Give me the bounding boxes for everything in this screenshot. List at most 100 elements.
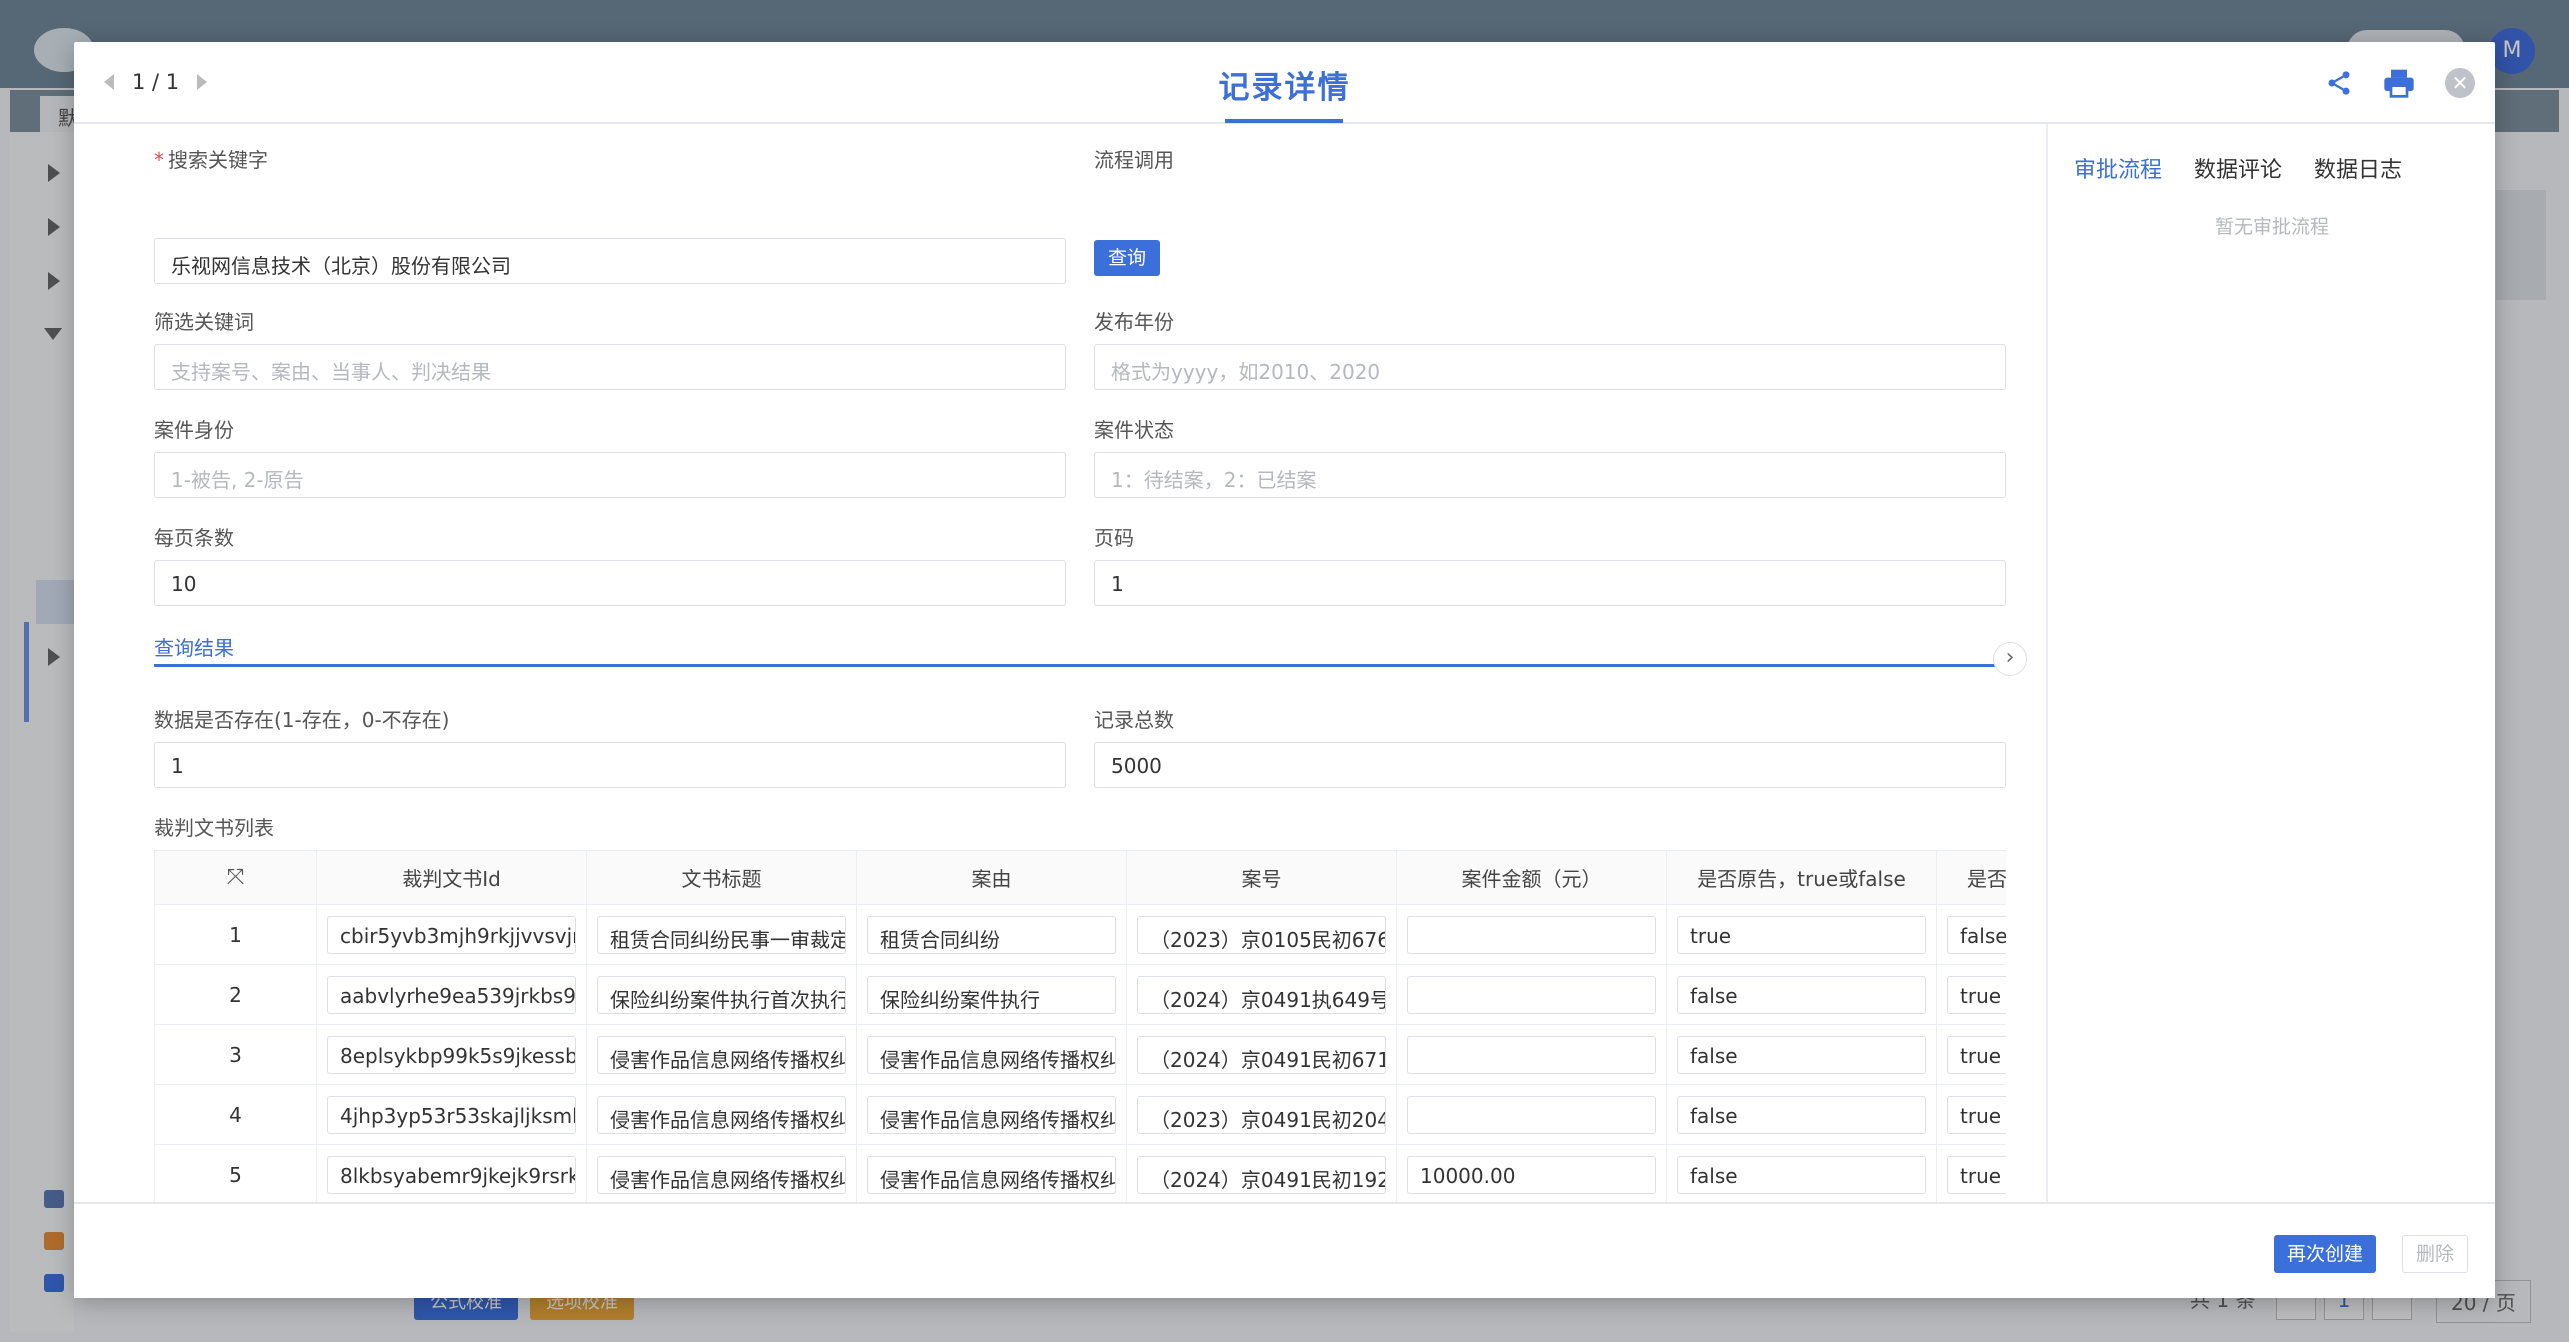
table-cell: （2024）京0491执649号之: [1126, 964, 1397, 1025]
cell-input[interactable]: true: [1947, 1095, 2006, 1134]
cell-input[interactable]: 侵害作品信息网络传播权纠纷: [867, 1155, 1116, 1194]
print-icon[interactable]: [2383, 68, 2415, 98]
cell-input[interactable]: true: [1947, 1155, 2006, 1194]
table-cell: （2024）京0491民初1927: [1126, 1144, 1397, 1205]
table-cell: 侵害作品信息网络传播权纠纷: [856, 1144, 1127, 1205]
column-header: 案号: [1126, 850, 1397, 905]
tab-data-comments[interactable]: 数据评论: [2194, 152, 2282, 184]
cell-input[interactable]: （2024）京0491民初6719: [1137, 1035, 1386, 1074]
result-section-title[interactable]: 查询结果: [154, 632, 234, 661]
data-exists-label: 数据是否存在(1-存在，0-不存在): [154, 708, 450, 732]
document-table: ⤧ 裁判文书Id 文书标题 案由 案号 案件金额（元） 是否原告，true或fa…: [154, 850, 2006, 1244]
case-identity-label: 案件身份: [154, 418, 234, 442]
right-panel-divider: [2046, 124, 2048, 1244]
cell-input[interactable]: 侵害作品信息网络传播权纠纷: [597, 1035, 846, 1074]
cell-input[interactable]: false: [1677, 1095, 1926, 1134]
case-identity-input[interactable]: 1-被告, 2-原告: [154, 452, 1066, 498]
search-keyword-label: * 搜索关键字: [154, 148, 268, 172]
table-cell: aabvlyrhe9ea539jrkbs9e: [316, 964, 587, 1025]
cell-input[interactable]: [1407, 975, 1656, 1014]
cell-input[interactable]: true: [1947, 975, 2006, 1014]
modal-title: 记录详情: [1218, 70, 1351, 106]
cell-input[interactable]: true: [1947, 1035, 2006, 1074]
column-header: 是否: [1936, 850, 2006, 905]
cell-input[interactable]: 租赁合同纠纷: [867, 915, 1116, 954]
cell-input[interactable]: false: [1677, 975, 1926, 1014]
chevron-right-icon[interactable]: ›: [1993, 642, 2027, 676]
table-cell: 租赁合同纠纷民事一审裁定: [586, 904, 857, 965]
cell-input[interactable]: （2024）京0491执649号之: [1137, 975, 1386, 1014]
approval-empty-text: 暂无审批流程: [2214, 216, 2329, 238]
cell-input[interactable]: [1407, 915, 1656, 954]
expand-column-header[interactable]: ⤧: [154, 850, 317, 905]
table-cell: 4jhp3yp53r53skajljksmhl: [316, 1084, 587, 1145]
page-num-label: 页码: [1094, 526, 1134, 550]
table-cell: cbir5yvb3mjh9rkjjvvsvjm: [316, 904, 587, 965]
table-cell: （2023）京0491民初2049: [1126, 1084, 1397, 1145]
row-index: 1: [154, 904, 317, 965]
table-cell: 保险纠纷案件执行: [856, 964, 1127, 1025]
cell-input[interactable]: [1407, 1035, 1656, 1074]
cell-input[interactable]: 8eplsykbp99k5s9jkessb3: [327, 1035, 576, 1074]
filter-keyword-label: 筛选关键词: [154, 310, 254, 334]
right-panel-tabs: 审批流程 数据评论 数据日志: [2074, 152, 2402, 184]
total-label: 记录总数: [1094, 708, 1174, 732]
cell-input[interactable]: 保险纠纷案件执行: [867, 975, 1116, 1014]
table-cell: （2024）京0491民初6719: [1126, 1024, 1397, 1085]
page-size-input[interactable]: 10: [154, 560, 1066, 606]
tab-data-log[interactable]: 数据日志: [2314, 152, 2402, 184]
table-cell: false: [1666, 1084, 1937, 1145]
table-cell: 8eplsykbp99k5s9jkessb3: [316, 1024, 587, 1085]
table-row: 2 aabvlyrhe9ea539jrkbs9e 保险纠纷案件执行首次执行 保险纠纷案…: [154, 964, 2006, 1025]
close-icon[interactable]: ✕: [2445, 68, 2475, 98]
table-cell: false: [1666, 1144, 1937, 1205]
cell-input[interactable]: 租赁合同纠纷民事一审裁定: [597, 915, 846, 954]
page-num-input[interactable]: 1: [1094, 560, 2006, 606]
row-index: 4: [154, 1084, 317, 1145]
recreate-button[interactable]: 再次创建: [2274, 1235, 2376, 1273]
publish-year-label: 发布年份: [1094, 310, 1174, 334]
table-cell: true: [1936, 1024, 2006, 1085]
cell-input[interactable]: false: [1677, 1035, 1926, 1074]
cell-input[interactable]: （2023）京0105民初6763: [1137, 915, 1386, 954]
query-button[interactable]: 查询: [1094, 240, 1160, 276]
cell-input[interactable]: true: [1677, 915, 1926, 954]
case-status-input[interactable]: 1：待结案，2：已结案: [1094, 452, 2006, 498]
record-detail-modal: 1 / 1 记录详情 ✕ * 搜索关键字 乐视网信息技术（北京）股份有限公司 流程…: [74, 42, 2495, 1298]
table-cell: （2023）京0105民初6763: [1126, 904, 1397, 965]
total-input[interactable]: 5000: [1094, 742, 2006, 788]
table-cell: 侵害作品信息网络传播权纠纷: [856, 1084, 1127, 1145]
cell-input[interactable]: （2023）京0491民初2049: [1137, 1095, 1386, 1134]
cell-input[interactable]: false: [1947, 915, 2006, 954]
cell-input[interactable]: 保险纠纷案件执行首次执行: [597, 975, 846, 1014]
delete-button[interactable]: 删除: [2402, 1235, 2468, 1273]
cell-input[interactable]: false: [1677, 1155, 1926, 1194]
cell-input[interactable]: 4jhp3yp53r53skajljksmhl: [327, 1095, 576, 1134]
cell-input[interactable]: 侵害作品信息网络传播权纠纷: [867, 1095, 1116, 1134]
cell-input[interactable]: （2024）京0491民初1927: [1137, 1155, 1386, 1194]
table-cell: 侵害作品信息网络传播权纠纷: [586, 1024, 857, 1085]
title-underline: [1225, 119, 1343, 123]
table-cell: 租赁合同纠纷: [856, 904, 1127, 965]
table-row: 5 8lkbsyabemr9jkejk9rsrk5 侵害作品信息网络传播权纠纷 侵害作…: [154, 1144, 2006, 1205]
cell-input[interactable]: 10000.00: [1407, 1155, 1656, 1194]
table-cell: [1396, 1024, 1667, 1085]
cell-input[interactable]: [1407, 1095, 1656, 1134]
tab-approval-flow[interactable]: 审批流程: [2074, 152, 2162, 184]
cell-input[interactable]: 侵害作品信息网络传播权纠纷: [867, 1035, 1116, 1074]
table-cell: false: [1666, 1024, 1937, 1085]
cell-input[interactable]: 8lkbsyabemr9jkejk9rsrk5: [327, 1155, 576, 1194]
cell-input[interactable]: 侵害作品信息网络传播权纠纷: [597, 1155, 846, 1194]
table-cell: 8lkbsyabemr9jkejk9rsrk5: [316, 1144, 587, 1205]
document-list-label: 裁判文书列表: [154, 816, 274, 840]
share-icon[interactable]: [2325, 69, 2353, 97]
cell-input[interactable]: 侵害作品信息网络传播权纠纷: [597, 1095, 846, 1134]
filter-keyword-input[interactable]: 支持案号、案由、当事人、判决结果: [154, 344, 1066, 390]
table-cell: [1396, 1084, 1667, 1145]
cell-input[interactable]: aabvlyrhe9ea539jrkbs9e: [327, 975, 576, 1014]
search-keyword-input[interactable]: 乐视网信息技术（北京）股份有限公司: [154, 238, 1066, 284]
expand-icon[interactable]: ⤧: [227, 865, 245, 890]
data-exists-input[interactable]: 1: [154, 742, 1066, 788]
cell-input[interactable]: cbir5yvb3mjh9rkjjvvsvjm: [327, 915, 576, 954]
publish-year-input[interactable]: 格式为yyyy，如2010、2020: [1094, 344, 2006, 390]
